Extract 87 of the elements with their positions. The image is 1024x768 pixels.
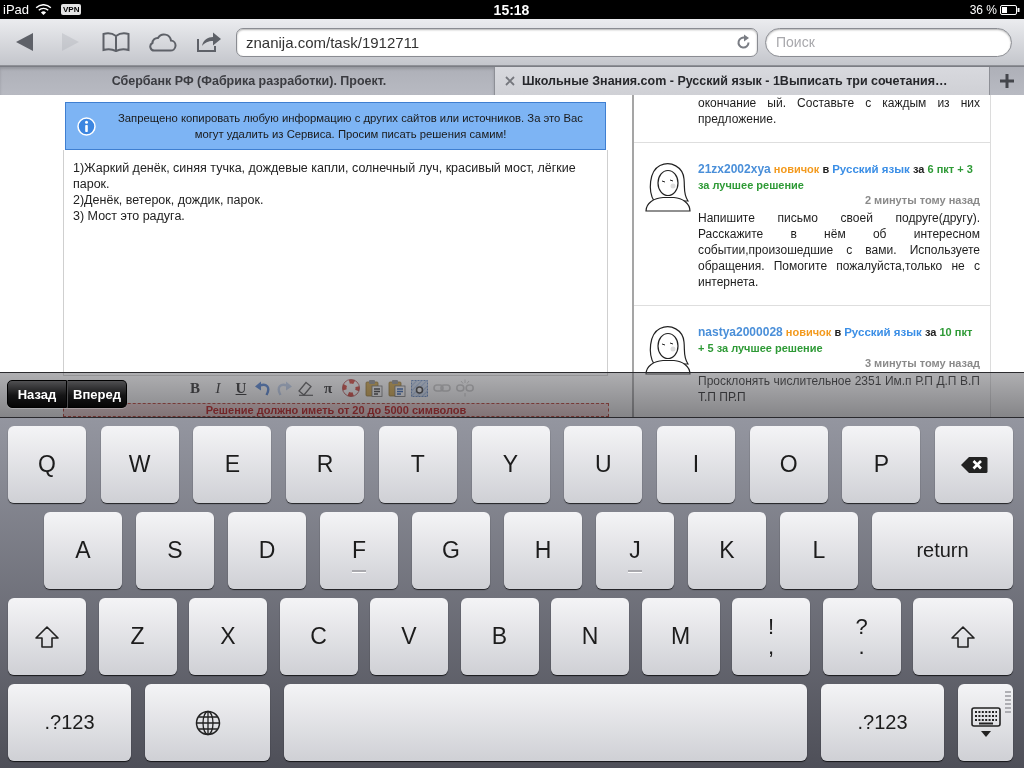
- letter-key[interactable]: N: [551, 598, 629, 675]
- clipboard-document-icon[interactable]: [388, 379, 406, 397]
- letter-key[interactable]: L: [780, 512, 858, 589]
- letter-key[interactable]: U: [564, 426, 643, 503]
- clock-time: 15:18: [493, 1, 530, 18]
- notice-text: Запрещено копировать любую информацию с других сайтов или источников. За это Вас могут удалить из Сервиса. Просим писать решения самим!: [117, 111, 584, 142]
- timestamp: 2 минуты тому назад: [863, 193, 980, 207]
- keyboard-icon: [970, 706, 1001, 739]
- bold-button[interactable]: B: [186, 379, 204, 397]
- hide-keyboard-key[interactable]: [958, 684, 1013, 761]
- timestamp: 3 минуты тому назад: [863, 356, 980, 370]
- hatched-square-icon[interactable]: [411, 379, 428, 397]
- question-meta: nastya2000028 новичок в Русский язык за 10 пкт + 5 за лучшее решение: [698, 324, 974, 356]
- punctuation-key[interactable]: ! ,: [732, 598, 810, 675]
- letter-key[interactable]: O: [749, 426, 828, 503]
- reload-icon[interactable]: [736, 34, 751, 50]
- globe-key[interactable]: [145, 684, 270, 761]
- letter-key[interactable]: S: [136, 512, 214, 589]
- share-icon[interactable]: [194, 31, 222, 53]
- letter-key[interactable]: P: [842, 426, 921, 503]
- book-icon[interactable]: [102, 32, 130, 52]
- battery-icon: [1000, 4, 1020, 15]
- letter-key[interactable]: J: [596, 512, 674, 589]
- cloud-icon[interactable]: [147, 32, 177, 52]
- homing-mark-icon: [352, 570, 366, 573]
- numbers-key[interactable]: .?123: [8, 684, 131, 761]
- backspace-icon: [960, 455, 989, 474]
- letter-key[interactable]: B: [460, 598, 539, 675]
- shift-icon: [951, 625, 975, 648]
- globe-icon: [194, 709, 221, 736]
- plus-icon: [1000, 74, 1014, 88]
- letter-key[interactable]: Q: [8, 426, 86, 503]
- letter-key[interactable]: K: [688, 512, 766, 589]
- form-nav-button[interactable]: Вперед: [67, 380, 127, 408]
- numbers-key[interactable]: .?123: [821, 684, 944, 761]
- answer-field[interactable]: 1)Жаркий денёк, синяя тучка, дождевые капли, солнечный луч, красивый мост, лёгкие парок. 2)Денёк, ветерок, дождик, парок. 3) Мост это радуга.: [63, 150, 608, 376]
- letter-key[interactable]: Z: [98, 598, 177, 675]
- clipboard-icon[interactable]: [365, 379, 383, 397]
- letter-key[interactable]: C: [279, 598, 358, 675]
- letter-key[interactable]: H: [504, 512, 582, 589]
- shift-key[interactable]: [8, 598, 86, 675]
- letter-key[interactable]: W: [100, 426, 179, 503]
- url-field[interactable]: znanija.com/task/1912711: [236, 27, 758, 57]
- shift-key[interactable]: [913, 598, 1013, 675]
- punctuation-key[interactable]: ? .: [822, 598, 901, 675]
- new-tab-button[interactable]: [990, 67, 1024, 95]
- return-key[interactable]: return: [872, 512, 1013, 589]
- shift-icon: [35, 625, 59, 648]
- letter-key[interactable]: M: [641, 598, 720, 675]
- letter-key[interactable]: G: [412, 512, 490, 589]
- lifebuoy-icon[interactable]: [342, 379, 360, 397]
- close-icon[interactable]: [505, 76, 515, 86]
- search-field[interactable]: Поиск: [765, 27, 1012, 57]
- eraser-icon[interactable]: [297, 380, 314, 396]
- letter-key[interactable]: T: [378, 426, 457, 503]
- letter-key[interactable]: A: [44, 512, 122, 589]
- letter-key[interactable]: I: [656, 426, 735, 503]
- back-arrow-icon[interactable]: [15, 33, 33, 51]
- letter-key[interactable]: Y: [471, 426, 550, 503]
- form-nav-button[interactable]: Назад: [7, 380, 67, 408]
- homing-mark-icon: [628, 570, 642, 573]
- question-text: окончание ый. Составьте с каждым из них предложение.: [698, 95, 980, 127]
- battery-percent: 36 %: [969, 2, 997, 17]
- formula-button[interactable]: π: [319, 379, 337, 397]
- letter-key[interactable]: E: [193, 426, 272, 503]
- validation-message: Решение должно иметь от 20 до 5000 символов: [63, 403, 609, 417]
- question-text: Напишите письмо своей подруге(другу). Расскажите в нём об интересном событии,произошедшие с вами. Используете обращения. Помогите пожалуйста,только не с интернета.: [698, 210, 980, 290]
- letter-key[interactable]: X: [189, 598, 267, 675]
- grip-icon[interactable]: [1005, 690, 1011, 716]
- letter-key[interactable]: D: [228, 512, 306, 589]
- backspace-key[interactable]: [935, 426, 1014, 503]
- avatar-icon: [645, 324, 691, 376]
- device-name: iPad: [3, 2, 30, 17]
- letter-key[interactable]: R: [286, 426, 365, 503]
- info-icon: [77, 116, 96, 136]
- avatar-icon: [645, 161, 691, 213]
- vpn-badge: VPN: [61, 4, 82, 15]
- question-text: Просклонять числительное 2351 Им.п Р.П Д.П В.П Т.П ПР.П: [698, 373, 980, 405]
- italic-button[interactable]: I: [209, 379, 227, 397]
- undo-icon[interactable]: [255, 380, 271, 396]
- letter-key[interactable]: V: [370, 598, 448, 675]
- browser-tab[interactable]: Сбербанк РФ (Фабрика разработки). Проект.: [0, 67, 495, 95]
- letter-key[interactable]: F: [320, 512, 398, 589]
- question-meta: 21zx2002xya новичок в Русский язык за 6 пкт + 3 за лучшее решение: [698, 161, 974, 193]
- wifi-icon: [35, 3, 53, 16]
- underline-button[interactable]: U: [232, 379, 250, 397]
- browser-tab[interactable]: Школьные Знания.com - Русский язык - 1Выписать три сочетания…: [495, 67, 990, 95]
